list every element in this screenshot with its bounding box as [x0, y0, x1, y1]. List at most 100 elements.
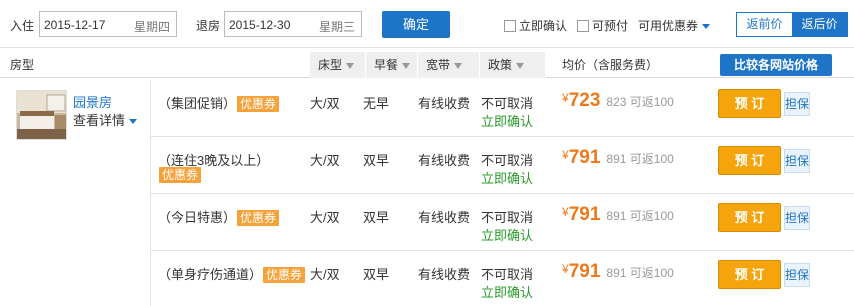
cancel-policy: 不可取消 — [481, 96, 534, 111]
filter-prepay-label: 可预付 — [592, 19, 629, 33]
search-bar: 入住 2015-12-17 星期四 退房 2015-12-30 星期三 确定 立… — [0, 0, 854, 48]
original-price: 823 — [606, 95, 627, 109]
chevron-down-icon — [702, 24, 711, 30]
header-room-type: 房型 — [10, 58, 35, 72]
instant-confirm: 立即确认 — [481, 285, 534, 300]
checkout-weekday: 星期三 — [318, 20, 355, 34]
cancel-policy: 不可取消 — [481, 153, 534, 168]
checkout-date-input[interactable]: 2015-12-30 星期三 — [224, 11, 362, 37]
header-policy-label: 政策 — [488, 58, 513, 72]
original-price: 891 — [606, 209, 627, 223]
coupon-filter-label: 可用优惠券 — [638, 19, 699, 33]
rate-name: （今日特惠） 优惠券 — [158, 207, 280, 226]
broadband: 有线收费 — [418, 210, 471, 225]
room-detail-label: 查看详情 — [73, 113, 126, 128]
filter-instant-label: 立即确认 — [519, 19, 568, 33]
coupon-badge[interactable]: 优惠券 — [237, 210, 280, 226]
checkin-date-input[interactable]: 2015-12-17 星期四 — [39, 11, 177, 37]
breakfast: 双早 — [363, 267, 390, 282]
confirm-button[interactable]: 确定 — [382, 11, 450, 38]
price-block: ¥791 891 可返100 — [562, 261, 674, 283]
currency-symbol: ¥ — [562, 148, 569, 162]
filter-icon — [346, 62, 355, 69]
header-broadband-filter[interactable]: 宽带 — [418, 52, 480, 78]
header-avg-price: 均价（含服务费） — [562, 58, 659, 72]
guarantee-badge[interactable]: 担保 — [784, 263, 810, 287]
coupon-badge-wrap: 优惠券 — [158, 167, 202, 183]
cancel-policy: 不可取消 — [481, 267, 534, 282]
filter-icon — [516, 62, 525, 69]
room-thumbnail[interactable] — [16, 90, 67, 140]
filter-icon — [402, 62, 411, 69]
rate-name: （单身疗伤通道） 优惠券 — [158, 264, 306, 283]
header-bed-label: 床型 — [318, 58, 343, 72]
price-mode-toggle: 返前价 返后价 — [736, 12, 848, 37]
checkin-label: 入住 — [10, 19, 35, 33]
compare-prices-button[interactable]: 比较各网站价格 — [720, 54, 832, 76]
header-bed-filter[interactable]: 床型 — [310, 52, 366, 78]
price-value: 791 — [568, 261, 601, 282]
checkin-date-value: 2015-12-17 — [44, 18, 106, 32]
coupon-filter-dropdown[interactable]: 可用优惠券 — [638, 17, 711, 34]
cashback: 可返100 — [629, 152, 674, 166]
checkin-weekday: 星期四 — [133, 20, 170, 34]
checkout-date-value: 2015-12-30 — [229, 18, 291, 32]
cashback: 可返100 — [629, 266, 674, 280]
broadband: 有线收费 — [418, 153, 471, 168]
coupon-badge[interactable]: 优惠券 — [159, 167, 202, 183]
book-button[interactable]: 预 订 — [718, 260, 781, 289]
instant-confirm: 立即确认 — [481, 114, 534, 129]
rate-name-text: （集团促销） — [158, 96, 237, 111]
guarantee-badge[interactable]: 担保 — [784, 206, 810, 230]
header-breakfast-filter[interactable]: 早餐 — [366, 52, 418, 78]
breakfast: 双早 — [363, 153, 390, 168]
breakfast: 无早 — [363, 96, 390, 111]
header-broadband-label: 宽带 — [426, 58, 451, 72]
bed-type: 大/双 — [310, 96, 340, 111]
rate-name-text: （今日特惠） — [158, 210, 237, 225]
coupon-badge[interactable]: 优惠券 — [263, 267, 306, 283]
checkout-label: 退房 — [196, 19, 221, 33]
bed-type: 大/双 — [310, 153, 340, 168]
guarantee-badge[interactable]: 担保 — [784, 149, 810, 173]
coupon-badge[interactable]: 优惠券 — [237, 96, 280, 112]
price-value: 791 — [568, 147, 601, 168]
breakfast: 双早 — [363, 210, 390, 225]
currency-symbol: ¥ — [562, 205, 569, 219]
header-policy-filter[interactable]: 政策 — [480, 52, 546, 78]
filter-instant-confirm[interactable]: 立即确认 — [504, 17, 567, 34]
book-button[interactable]: 预 订 — [718, 89, 781, 118]
price-block: ¥723 823 可返100 — [562, 90, 674, 112]
price-after-tab[interactable]: 返后价 — [792, 13, 847, 36]
rate-name: （集团促销） 优惠券 — [158, 93, 280, 112]
cashback: 可返100 — [629, 209, 674, 223]
instant-confirm: 立即确认 — [481, 228, 534, 243]
room-name-link[interactable]: 园景房 — [73, 92, 112, 111]
price-value: 723 — [568, 90, 601, 111]
checkbox-icon[interactable] — [504, 19, 516, 32]
book-button[interactable]: 预 订 — [718, 146, 781, 175]
broadband: 有线收费 — [418, 267, 471, 282]
currency-symbol: ¥ — [562, 91, 569, 105]
checkbox-icon[interactable] — [577, 19, 589, 32]
table-row: （集团促销） 优惠券 大/双 无早 有线收费 不可取消 立即确认 ¥723 823 … — [150, 80, 854, 137]
rate-name-text: （单身疗伤通道） — [158, 267, 263, 282]
price-value: 791 — [568, 204, 601, 225]
book-button[interactable]: 预 订 — [718, 203, 781, 232]
bed-type: 大/双 — [310, 210, 340, 225]
table-row: （连住3晚及以上） 优惠券 大/双 双早 有线收费 不可取消 立即确认 ¥791… — [150, 137, 854, 194]
original-price: 891 — [606, 266, 627, 280]
room-detail-link[interactable]: 查看详情 — [73, 110, 138, 129]
price-block: ¥791 891 可返100 — [562, 204, 674, 226]
broadband: 有线收费 — [418, 96, 471, 111]
filter-prepay[interactable]: 可预付 — [577, 17, 628, 34]
header-breakfast-label: 早餐 — [374, 58, 399, 72]
price-before-tab[interactable]: 返前价 — [737, 13, 792, 36]
chevron-down-icon — [129, 119, 138, 125]
instant-confirm: 立即确认 — [481, 171, 534, 186]
cashback: 可返100 — [629, 95, 674, 109]
filter-icon — [454, 62, 463, 69]
currency-symbol: ¥ — [562, 262, 569, 276]
bed-type: 大/双 — [310, 267, 340, 282]
guarantee-badge[interactable]: 担保 — [784, 92, 810, 116]
